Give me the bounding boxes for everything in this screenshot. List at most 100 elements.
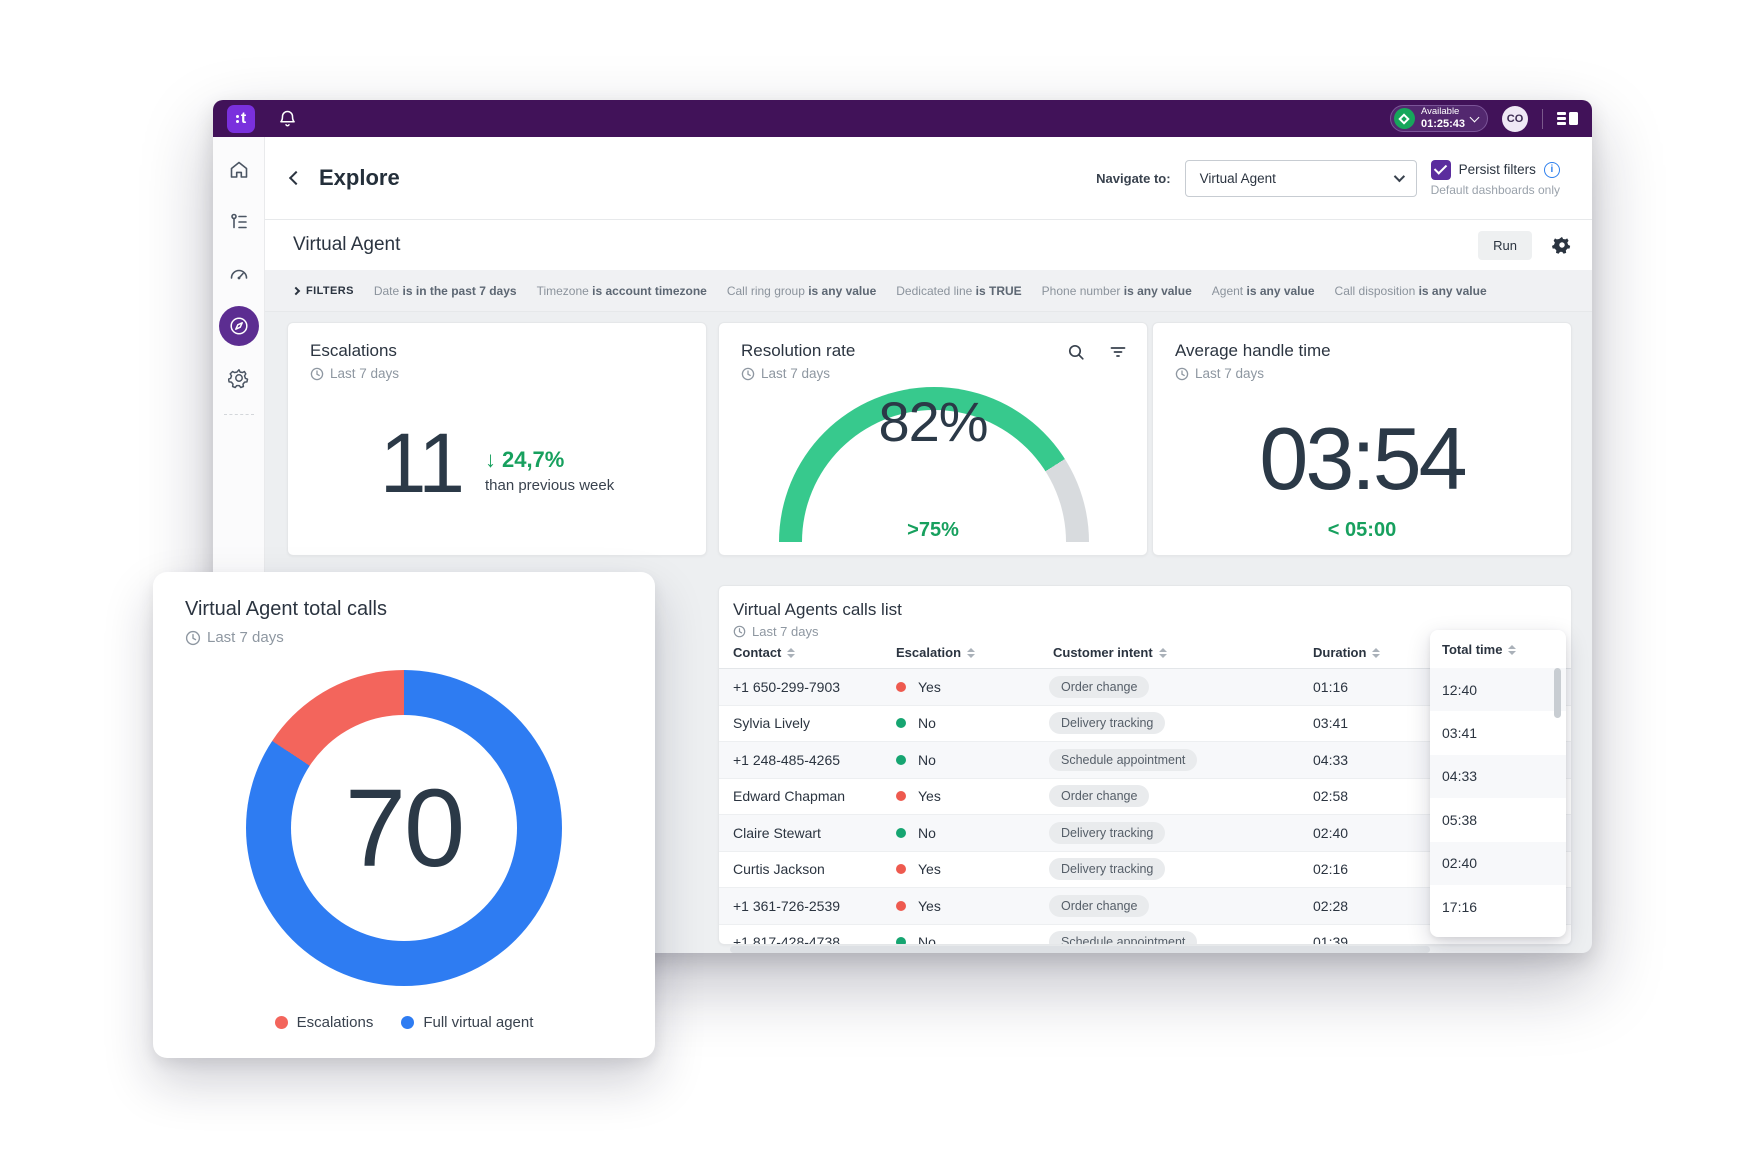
sidebar-item-home[interactable] bbox=[219, 150, 259, 190]
info-icon[interactable]: i bbox=[1543, 161, 1560, 178]
escalation-label: No bbox=[918, 824, 936, 841]
resolution-value: 82% bbox=[878, 390, 988, 453]
card-period: Last 7 days bbox=[761, 366, 831, 381]
escalation-cell: Yes bbox=[896, 788, 941, 804]
navigate-to-label: Navigate to: bbox=[1096, 170, 1171, 186]
dashboard-title: Virtual Agent bbox=[293, 234, 401, 255]
sort-icon bbox=[1508, 644, 1517, 655]
clock-icon bbox=[310, 367, 324, 381]
legend-item-full-virtual-agent[interactable]: Full virtual agent bbox=[401, 1014, 533, 1031]
app-logo[interactable]: t bbox=[227, 104, 255, 133]
intent-badge: Order change bbox=[1049, 785, 1150, 808]
contact-cell: +1 248-485-4265 bbox=[733, 751, 841, 768]
filter-item[interactable]: Dedicated line is TRUE bbox=[896, 284, 1021, 298]
horizontal-scrollbar[interactable] bbox=[730, 946, 1430, 953]
legend-dot-red bbox=[274, 1016, 288, 1029]
escalation-label: Yes bbox=[918, 897, 941, 914]
column-header-contact[interactable]: Contact bbox=[733, 645, 796, 660]
page-title: Explore bbox=[319, 165, 400, 190]
filter-item[interactable]: Agent is any value bbox=[1212, 284, 1315, 298]
average-handle-time-card: Average handle time Last 7 days 03:54 < … bbox=[1152, 322, 1572, 556]
dashboard-settings-gear-icon[interactable] bbox=[1552, 235, 1572, 255]
arrow-down-icon: ↓ bbox=[484, 446, 496, 472]
total-time-floating-column[interactable]: Total time 12:40 03:41 04:33 05:38 02:40 17:1… bbox=[1430, 630, 1566, 937]
column-header-customer-intent[interactable]: Customer intent bbox=[1053, 645, 1167, 660]
card-title: Virtual Agents calls list bbox=[733, 600, 902, 619]
app-canvas: t Available 01:25:43 CO Explore Navigate… bbox=[0, 0, 1740, 1160]
escalation-label: No bbox=[918, 715, 936, 732]
column-header-duration[interactable]: Duration bbox=[1313, 645, 1381, 660]
column-header-total-time[interactable]: Total time bbox=[1442, 642, 1517, 657]
filters-toggle[interactable]: FILTERS bbox=[291, 285, 354, 297]
filter-item[interactable]: Call ring group is any value bbox=[727, 284, 876, 298]
column-header-escalation[interactable]: Escalation bbox=[896, 645, 976, 660]
escalation-cell: Yes bbox=[896, 861, 941, 877]
escalation-cell: No bbox=[896, 934, 936, 944]
bell-icon[interactable] bbox=[279, 110, 296, 128]
aht-target: < 05:00 bbox=[1327, 519, 1397, 541]
chevron-right-icon bbox=[291, 286, 301, 295]
escalation-cell: No bbox=[896, 752, 936, 768]
intent-cell: Schedule appointment bbox=[1049, 748, 1198, 771]
intent-cell: Delivery tracking bbox=[1049, 858, 1166, 881]
escalation-dot bbox=[896, 864, 906, 875]
filter-funnel-icon[interactable] bbox=[1109, 343, 1127, 361]
run-button[interactable]: Run bbox=[1478, 230, 1532, 260]
escalation-cell: Yes bbox=[896, 898, 941, 914]
contact-cell: Sylvia Lively bbox=[733, 715, 811, 732]
intent-badge: Order change bbox=[1049, 894, 1150, 917]
sort-icon bbox=[1158, 647, 1167, 658]
filter-item[interactable]: Date is in the past 7 days bbox=[374, 284, 517, 298]
navigate-to-select[interactable]: Virtual Agent bbox=[1184, 159, 1417, 197]
dashboard-header: Virtual Agent Run bbox=[265, 220, 1592, 270]
sort-icon bbox=[787, 647, 796, 658]
aht-value: 03:54 bbox=[1259, 409, 1467, 508]
total-time-cell: 04:33 bbox=[1430, 754, 1566, 799]
topbar-divider bbox=[1542, 108, 1543, 129]
clock-icon bbox=[741, 367, 755, 381]
duration-cell: 02:28 bbox=[1313, 897, 1349, 914]
search-icon[interactable] bbox=[1067, 343, 1085, 361]
intent-badge: Schedule appointment bbox=[1049, 748, 1198, 771]
sidebar-item-dashboards[interactable] bbox=[219, 254, 259, 294]
status-timer: 01:25:43 bbox=[1420, 117, 1465, 130]
sidebar-item-admin[interactable] bbox=[219, 358, 259, 398]
card-title: Virtual Agent total calls bbox=[185, 598, 387, 620]
back-chevron-icon[interactable] bbox=[288, 170, 304, 186]
filter-item[interactable]: Call disposition is any value bbox=[1335, 284, 1487, 298]
chevron-down-icon bbox=[1393, 170, 1405, 183]
escalation-label: Yes bbox=[918, 678, 941, 695]
intent-cell: Order change bbox=[1049, 785, 1150, 808]
escalations-delta-note: than previous week bbox=[484, 476, 615, 494]
total-time-cell: 12:40 bbox=[1430, 668, 1566, 712]
escalation-cell: Yes bbox=[896, 679, 941, 695]
topbar: t Available 01:25:43 CO bbox=[213, 100, 1592, 137]
escalation-dot bbox=[896, 754, 906, 765]
escalations-card: Escalations Last 7 days 11 ↓ 24,7% than … bbox=[287, 322, 707, 556]
total-calls-value: 70 bbox=[344, 766, 465, 890]
panels-icon[interactable] bbox=[1557, 112, 1578, 125]
escalation-label: Yes bbox=[918, 861, 941, 878]
intent-badge: Delivery tracking bbox=[1049, 821, 1166, 844]
sidebar-item-workspaces[interactable] bbox=[219, 202, 259, 242]
legend-item-escalations[interactable]: Escalations bbox=[274, 1014, 373, 1031]
total-calls-donut: 70 bbox=[246, 670, 562, 986]
persist-filters-label: Persist filters bbox=[1458, 162, 1536, 177]
escalation-dot bbox=[896, 791, 906, 802]
avatar[interactable]: CO bbox=[1502, 105, 1528, 132]
contact-cell: Edward Chapman bbox=[733, 788, 846, 805]
intent-badge: Delivery tracking bbox=[1049, 858, 1166, 881]
persist-filters-checkbox[interactable] bbox=[1430, 159, 1451, 180]
intent-cell: Delivery tracking bbox=[1049, 821, 1166, 844]
escalation-dot bbox=[896, 827, 906, 838]
vertical-scrollbar[interactable] bbox=[1554, 668, 1561, 718]
gear-icon bbox=[227, 369, 248, 389]
escalation-dot bbox=[896, 937, 906, 944]
intent-badge: Delivery tracking bbox=[1049, 712, 1166, 735]
duration-cell: 03:41 bbox=[1313, 715, 1349, 732]
presence-status[interactable]: Available 01:25:43 bbox=[1389, 105, 1488, 132]
filter-item[interactable]: Timezone is account timezone bbox=[537, 284, 707, 298]
resolution-target: >75% bbox=[907, 519, 959, 541]
sidebar-item-explore[interactable] bbox=[218, 306, 259, 346]
filter-item[interactable]: Phone number is any value bbox=[1042, 284, 1192, 298]
